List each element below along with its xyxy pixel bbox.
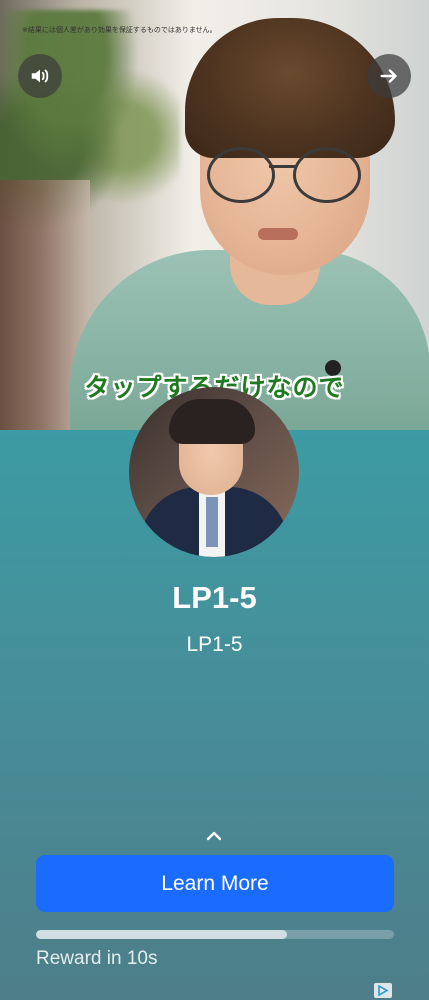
reward-progress-fill	[36, 930, 287, 939]
presenter-hair	[185, 18, 395, 158]
chevron-up-icon	[206, 831, 222, 841]
ad-subtitle: LP1-5	[186, 633, 243, 656]
learn-more-button[interactable]: Learn More	[36, 855, 394, 912]
sound-toggle-button[interactable]	[18, 54, 62, 98]
disclaimer-text: ※結果には個人差があり効果を保証するものではありません。	[22, 27, 217, 34]
adchoices-icon	[378, 985, 389, 996]
expand-button[interactable]	[204, 826, 224, 846]
adchoices-button[interactable]	[374, 983, 392, 998]
arrow-right-icon	[380, 69, 397, 83]
next-button[interactable]	[367, 54, 411, 98]
presenter-glasses	[205, 145, 370, 205]
reward-progress-bar	[36, 930, 394, 939]
speaker-icon	[31, 69, 49, 83]
video-player[interactable]: ※結果には個人差があり効果を保証するものではありません。	[0, 0, 429, 430]
presenter-mouth	[258, 228, 298, 240]
ad-title: LP1-5	[172, 580, 257, 615]
advertiser-avatar[interactable]	[129, 387, 299, 557]
reward-countdown: Reward in 10s	[36, 948, 158, 969]
